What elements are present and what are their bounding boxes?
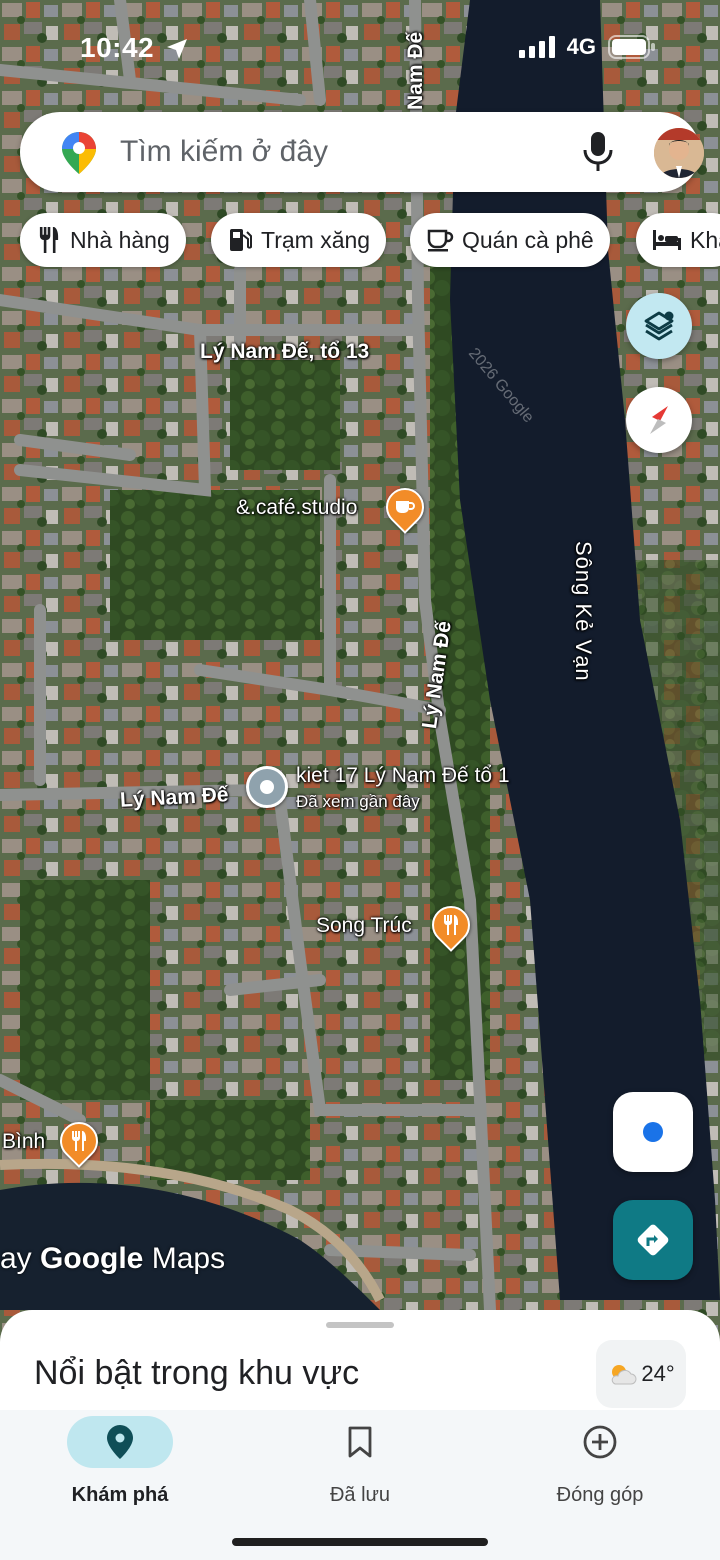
home-indicator[interactable]	[232, 1538, 488, 1546]
nav-explore[interactable]: Khám phá	[0, 1410, 240, 1520]
sheet-drag-handle[interactable]	[326, 1322, 394, 1328]
coffee-icon	[386, 488, 424, 526]
bookmark-icon	[348, 1426, 372, 1458]
layers-icon	[644, 311, 674, 341]
partly-cloudy-icon	[612, 1365, 637, 1385]
nav-saved[interactable]: Đã lưu	[240, 1410, 480, 1520]
chip-gas-stations[interactable]: Trạm xăng	[211, 213, 387, 267]
chip-restaurants[interactable]: Nhà hàng	[20, 213, 186, 267]
location-arrow-icon	[167, 39, 187, 59]
road-label: Lý Nam Đế, tổ 13	[200, 340, 370, 363]
river-label: Sông Kẻ Vạn	[571, 541, 596, 682]
battery-icon	[608, 35, 655, 59]
road-label: Nam Đế	[404, 31, 427, 110]
restaurant-icon	[60, 1122, 98, 1160]
chip-coffee[interactable]: Quán cà phê	[410, 213, 610, 267]
nav-explore-label: Khám phá	[71, 1484, 169, 1506]
network-type: 4G	[566, 34, 596, 59]
layers-button[interactable]	[626, 293, 692, 359]
chip-label: Quán cà phê	[462, 226, 594, 253]
recent-place-subtitle: Đã xem gần đây	[296, 792, 420, 811]
restaurant-icon	[432, 906, 470, 944]
gas-station-icon	[230, 229, 252, 251]
my-location-button[interactable]	[613, 1092, 693, 1172]
restaurant-marker[interactable]	[52, 1114, 106, 1168]
watermark-prefix: ay	[0, 1242, 32, 1275]
sheet-title: Nổi bật trong khu vực	[34, 1354, 360, 1392]
search-input[interactable]: Tìm kiếm ở đây	[120, 135, 328, 169]
profile-photo-icon	[654, 128, 704, 178]
chip-hotels[interactable]: Kha	[636, 213, 720, 267]
temperature: 24°	[641, 1361, 675, 1386]
watermark-product: Maps	[151, 1242, 226, 1275]
watermark-brand: Google	[40, 1242, 144, 1275]
coffee-icon	[427, 229, 454, 252]
add-circle-icon	[583, 1425, 617, 1459]
google-maps-logo-icon	[62, 132, 96, 174]
directions-icon	[637, 1224, 669, 1256]
poi-label-restaurant[interactable]: Song Trúc	[316, 914, 412, 938]
microphone-icon[interactable]	[580, 130, 616, 174]
nav-saved-label: Đã lưu	[329, 1484, 391, 1506]
status-indicators: 4G	[518, 34, 656, 60]
compass-icon	[650, 406, 668, 434]
restaurant-icon	[39, 227, 59, 253]
weather-badge[interactable]: 24°	[596, 1340, 686, 1408]
recent-place-name[interactable]: kiet 17 Lý Nam Đế tổ 1	[296, 764, 510, 788]
status-time: 10:42	[80, 32, 155, 63]
hotel-icon	[653, 230, 681, 250]
my-location-icon	[643, 1122, 663, 1142]
compass-button[interactable]	[626, 387, 692, 453]
directions-button[interactable]	[613, 1200, 693, 1280]
chip-label: Nhà hàng	[70, 226, 170, 253]
bottom-sheet[interactable]: Nổi bật trong khu vực 24°	[0, 1310, 720, 1410]
search-bar[interactable]: Tìm kiếm ở đây	[20, 112, 704, 192]
chip-label: Trạm xăng	[261, 226, 371, 253]
recent-place-pin[interactable]	[246, 766, 288, 808]
signal-icon	[518, 36, 555, 58]
nav-contribute-label: Đóng góp	[556, 1484, 644, 1506]
bottom-navigation: Khám phá Đã lưu Đóng góp	[0, 1410, 720, 1560]
chip-label: Kha	[690, 226, 720, 253]
google-maps-watermark: ay Google Maps	[0, 1242, 225, 1276]
nav-contribute[interactable]: Đóng góp	[480, 1410, 720, 1520]
cafe-marker[interactable]	[378, 480, 432, 534]
avatar[interactable]	[654, 128, 704, 178]
poi-label-cafe[interactable]: &.café.studio	[236, 496, 357, 520]
poi-label-restaurant[interactable]: Bình	[2, 1130, 45, 1154]
location-pin-icon	[107, 1425, 133, 1459]
restaurant-marker[interactable]	[424, 898, 478, 952]
